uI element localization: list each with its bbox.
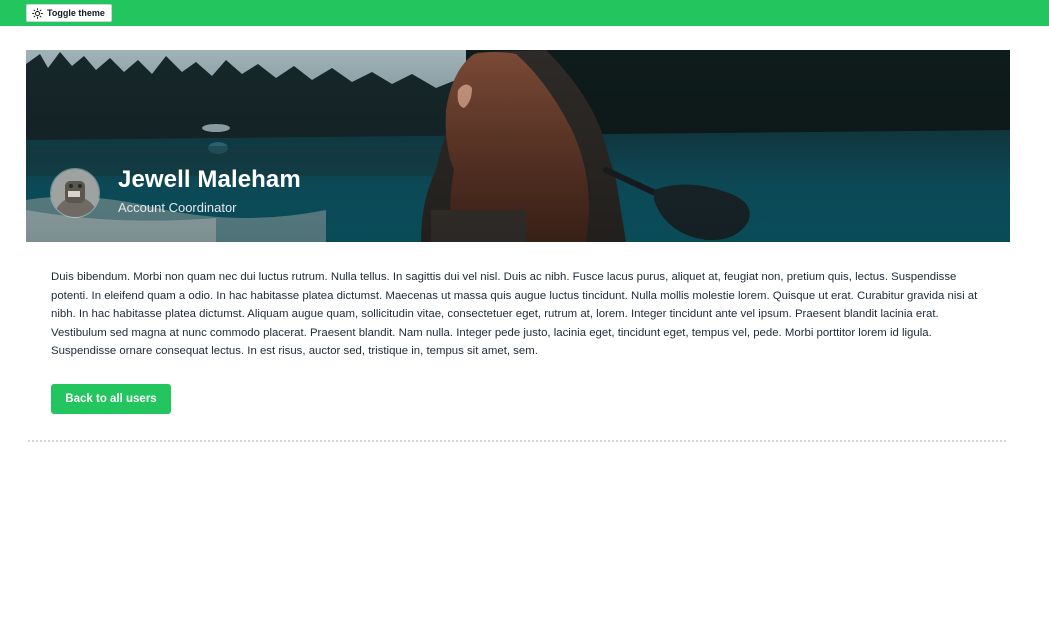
avatar — [50, 168, 100, 218]
sun-icon — [32, 7, 43, 19]
back-to-users-button[interactable]: Back to all users — [51, 384, 171, 414]
profile-banner: Jewell Maleham Account Coordinator — [26, 50, 1010, 242]
user-bio: Duis bibendum. Morbi non quam nec dui lu… — [51, 271, 978, 358]
user-profile-card: Jewell Maleham Account Coordinator Duis … — [26, 50, 1010, 414]
toggle-theme-button[interactable]: Toggle theme — [26, 4, 112, 22]
section-divider — [28, 440, 1006, 442]
user-role: Account Coordinator — [118, 200, 237, 215]
top-bar: Toggle theme — [0, 0, 1049, 26]
toggle-theme-label: Toggle theme — [47, 8, 105, 18]
user-name: Jewell Maleham — [118, 166, 301, 193]
